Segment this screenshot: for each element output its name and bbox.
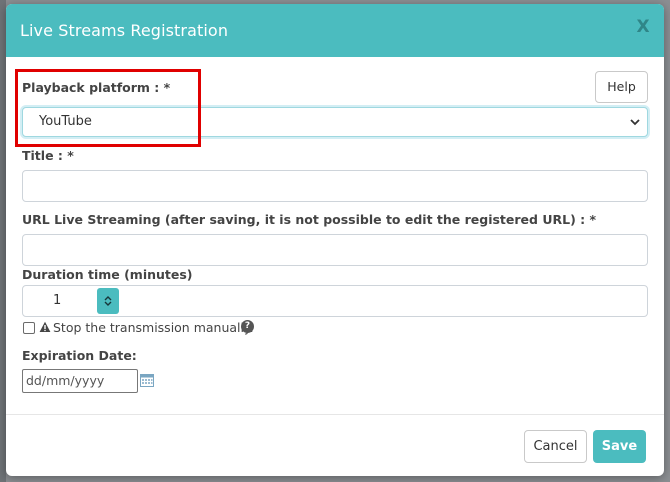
expiration-date-input[interactable]: dd/mm/yyyy [22,369,138,393]
calendar-icon[interactable] [140,373,154,387]
chevron-down-icon [630,119,640,126]
modal-title: Live Streams Registration [20,21,229,40]
stop-manual-checkbox[interactable] [23,322,35,334]
cancel-button[interactable]: Cancel [524,430,587,463]
help-button[interactable]: Help [595,71,648,103]
playback-platform-select[interactable]: YouTube [22,107,648,137]
expiration-date-label: Expiration Date: [22,348,137,363]
question-icon[interactable]: ? [241,320,254,333]
title-label: Title : * [22,148,74,163]
url-input[interactable] [22,234,648,266]
title-input[interactable] [22,170,648,202]
warning-icon [39,321,51,332]
save-button[interactable]: Save [593,430,646,463]
duration-value: 1 [53,293,62,308]
stepper-icon[interactable] [97,288,119,314]
live-streams-modal: Live Streams Registration X Playback pla… [6,4,664,476]
playback-platform-label: Playback platform : * [22,80,171,95]
stepper-arrows [104,296,112,306]
playback-platform-value: YouTube [39,114,92,129]
modal-footer: Cancel Save [6,414,664,476]
modal-body: Playback platform : * Help YouTube Title… [6,57,664,414]
url-label: URL Live Streaming (after saving, it is … [22,212,597,227]
modal-header: Live Streams Registration X [6,4,664,57]
stop-manual-label: Stop the transmission manually. [53,320,254,335]
duration-stepper[interactable]: 1 [22,285,648,317]
duration-label: Duration time (minutes) [22,267,193,282]
close-icon[interactable]: X [634,16,652,38]
